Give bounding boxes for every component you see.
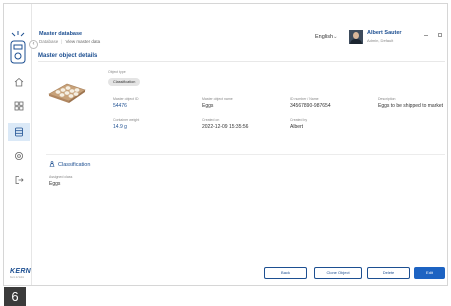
brand-subtitle: Kern & Sohn	[10, 276, 25, 279]
app-window: KERN Kern & Sohn ‹ Master database Datab…	[0, 0, 451, 306]
breadcrumb-current: View master data	[65, 39, 101, 44]
field-value: Albert	[290, 124, 304, 130]
grid-icon	[14, 101, 24, 111]
sidebar: KERN Kern & Sohn	[4, 4, 32, 285]
field-label: Created by	[290, 118, 308, 122]
object-type-label: Object type	[108, 70, 126, 74]
user-name: Albert Sauter	[367, 30, 402, 36]
chevron-down-icon: ⌄	[333, 34, 338, 40]
language-select[interactable]: English⌄	[315, 34, 338, 40]
field-value: 14.9 g	[113, 124, 127, 130]
home-icon	[14, 77, 24, 87]
clone-object-button[interactable]: Clone Object	[314, 267, 362, 279]
sidebar-item-home[interactable]	[9, 74, 29, 90]
sidebar-item-database[interactable]	[8, 123, 30, 141]
divider	[46, 154, 445, 155]
language-value: English	[315, 34, 334, 40]
field-value: 54476	[113, 103, 127, 109]
breadcrumb: Database | View master data	[39, 39, 100, 44]
edit-button[interactable]: Edit	[414, 267, 445, 279]
back-button[interactable]: Back	[264, 267, 307, 279]
settings-icon	[15, 152, 23, 160]
breadcrumb-database[interactable]: Database	[39, 39, 58, 44]
field-value: 34567890-987654	[290, 103, 331, 109]
classification-title: Classification	[58, 162, 91, 168]
scale-logo-icon	[10, 31, 26, 64]
field-value: Eggs to be shipped to market	[378, 103, 444, 109]
minimize-icon[interactable]	[424, 35, 428, 36]
database-icon	[15, 127, 23, 137]
maximize-icon[interactable]	[438, 33, 442, 37]
step-badge: 6	[4, 287, 26, 306]
sidebar-item-logout[interactable]	[9, 172, 29, 188]
app-title: Master database	[39, 31, 83, 37]
assigned-class-value: Eggs	[49, 181, 61, 187]
field-label: ID number / Name	[290, 97, 319, 101]
page-title: Master object details	[38, 53, 98, 59]
avatar[interactable]	[349, 30, 363, 44]
field-label: Container weight	[113, 118, 140, 122]
classification-icon	[49, 161, 55, 167]
product-image	[48, 83, 86, 103]
field-label: Created on	[202, 118, 220, 122]
assigned-class-label: Assigned class	[49, 175, 73, 179]
field-label: Master object name	[202, 97, 233, 101]
breadcrumb-separator: |	[61, 39, 63, 44]
sidebar-item-dashboard[interactable]	[9, 98, 29, 114]
divider	[38, 61, 445, 62]
field-label: Master object ID	[113, 97, 139, 101]
user-role: Admin, Default	[367, 38, 394, 43]
field-label: Description	[378, 97, 396, 101]
header: Master database Database | View master dat…	[33, 4, 447, 46]
field-value: 2022-12-09 15:35:56	[202, 124, 249, 130]
field-value: Eggs	[202, 103, 214, 109]
object-type-badge: Classification	[108, 78, 141, 86]
brand-logo: KERN	[10, 268, 32, 275]
sidebar-item-settings[interactable]	[9, 148, 29, 164]
delete-button[interactable]: Delete	[367, 267, 410, 279]
logout-icon	[15, 176, 24, 184]
